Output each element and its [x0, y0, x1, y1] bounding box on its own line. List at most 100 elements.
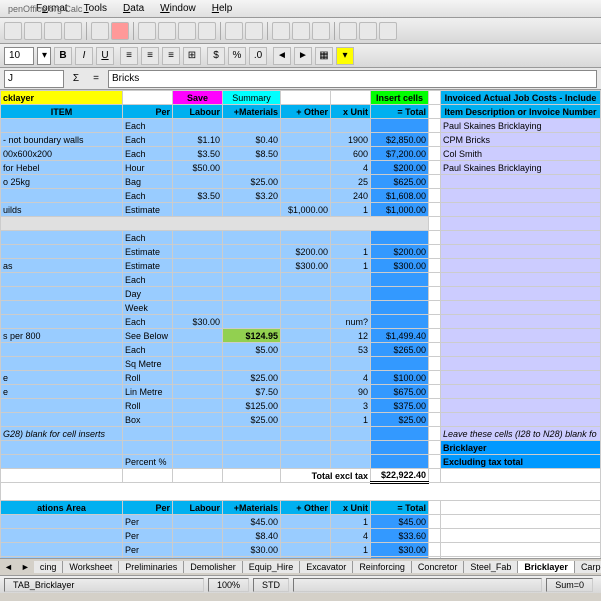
bricklayer-label: Bricklayer	[441, 441, 601, 455]
redo-icon[interactable]	[245, 22, 263, 40]
sheet-tabs[interactable]: ◄► cing Worksheet Preliminaries Demolish…	[0, 558, 601, 575]
merge-icon[interactable]: ⊞	[183, 47, 201, 65]
status-zoom: 100%	[208, 578, 249, 592]
invoice-row[interactable]: Paul Skaines Bricklaying	[441, 119, 601, 133]
invoice-header: Invoiced Actual Job Costs - Include	[441, 91, 601, 105]
undo-icon[interactable]	[225, 22, 243, 40]
invoice-row[interactable]: CPM Bricks	[441, 133, 601, 147]
tab-worksheet[interactable]: Worksheet	[63, 561, 119, 573]
new-icon[interactable]	[4, 22, 22, 40]
sort-desc-icon[interactable]	[312, 22, 330, 40]
menu-data[interactable]: Data	[117, 1, 150, 16]
print-icon[interactable]	[91, 22, 109, 40]
tab-reinforcing[interactable]: Reinforcing	[353, 561, 412, 573]
tab-steel-fab[interactable]: Steel_Fab	[464, 561, 518, 573]
percent-icon[interactable]: %	[228, 47, 246, 65]
cell-ref[interactable]: J	[4, 70, 64, 88]
table-row[interactable]	[1, 557, 123, 559]
tab-concretor[interactable]: Concretor	[412, 561, 465, 573]
table-row[interactable]	[1, 231, 123, 245]
table-row[interactable]: uilds	[1, 203, 123, 217]
tab-preliminaries[interactable]: Preliminaries	[119, 561, 184, 573]
align-left-icon[interactable]: ≡	[120, 47, 138, 65]
area-header: ations Area	[1, 501, 123, 515]
table-row[interactable]	[1, 357, 123, 371]
table-row[interactable]: 00x600x200	[1, 147, 123, 161]
align-center-icon[interactable]: ≡	[141, 47, 159, 65]
currency-icon[interactable]: $	[207, 47, 225, 65]
save-button[interactable]: Save	[173, 91, 223, 105]
chart-icon[interactable]	[339, 22, 357, 40]
tab-carpent[interactable]: Carpent	[575, 561, 601, 573]
insert-cells-button[interactable]: Insert cells	[371, 91, 429, 105]
tab-bricklayer[interactable]: Bricklayer	[518, 561, 575, 573]
indent-dec-icon[interactable]: ◄	[273, 47, 291, 65]
format-paint-icon[interactable]	[198, 22, 216, 40]
table-row[interactable]	[1, 315, 123, 329]
paste-icon[interactable]	[178, 22, 196, 40]
open-icon[interactable]	[24, 22, 42, 40]
bg-color-icon[interactable]: ▾	[336, 47, 354, 65]
bold-button[interactable]: B	[54, 47, 72, 65]
font-dd[interactable]: ▾	[37, 47, 51, 65]
table-row[interactable]	[1, 245, 123, 259]
decimal-icon[interactable]: .0	[249, 47, 267, 65]
spell-icon[interactable]	[111, 22, 129, 40]
toolbar-standard	[0, 18, 601, 44]
table-row[interactable]	[1, 343, 123, 357]
table-row[interactable]	[1, 399, 123, 413]
table-row[interactable]: s per 800	[1, 329, 123, 343]
indent-inc-icon[interactable]: ►	[294, 47, 312, 65]
col-desc: Item Description or Invoice Number	[441, 105, 601, 119]
table-row[interactable]: - not boundary walls	[1, 133, 123, 147]
nav-icon[interactable]	[359, 22, 377, 40]
menu-help[interactable]: Help	[206, 1, 239, 16]
table-row[interactable]	[1, 119, 123, 133]
table-row[interactable]	[1, 543, 123, 557]
save-icon[interactable]	[44, 22, 62, 40]
email-icon[interactable]	[64, 22, 82, 40]
table-row[interactable]: as	[1, 259, 123, 273]
table-row[interactable]	[1, 529, 123, 543]
table-row[interactable]	[1, 301, 123, 315]
table-row[interactable]	[1, 273, 123, 287]
col-item: ITEM	[1, 105, 123, 119]
sigma-icon[interactable]: Σ	[68, 73, 84, 84]
font-size[interactable]: 10	[4, 47, 34, 65]
table-row[interactable]: for Hebel	[1, 161, 123, 175]
sort-asc-icon[interactable]	[292, 22, 310, 40]
table-row[interactable]	[1, 189, 123, 203]
summary-button[interactable]: Summary	[223, 91, 281, 105]
formula-input[interactable]: Bricks	[108, 70, 597, 88]
status-bar: TAB_Bricklayer 100% STD Sum=0	[0, 575, 601, 593]
help-icon[interactable]	[379, 22, 397, 40]
equals-icon[interactable]: =	[88, 73, 104, 84]
tab-demolisher[interactable]: Demolisher	[184, 561, 243, 573]
italic-button[interactable]: I	[75, 47, 93, 65]
note-row[interactable]: G28) blank for cell inserts	[1, 427, 123, 441]
col-other: + Other	[281, 105, 331, 119]
col-per: Per	[123, 105, 173, 119]
invoice-row[interactable]: Col Smith	[441, 147, 601, 161]
menu-bar[interactable]: penOffice.org Calc Format Tools Data Win…	[0, 0, 601, 18]
table-row[interactable]: o 25kg	[1, 175, 123, 189]
tab-cing[interactable]: cing	[34, 561, 64, 573]
tab-equip-hire[interactable]: Equip_Hire	[243, 561, 301, 573]
copy-icon[interactable]	[158, 22, 176, 40]
spreadsheet-grid[interactable]: cklayer Save Summary Insert cells Invoic…	[0, 90, 601, 558]
table-row[interactable]	[1, 413, 123, 427]
underline-button[interactable]: U	[96, 47, 114, 65]
cut-icon[interactable]	[138, 22, 156, 40]
align-right-icon[interactable]: ≡	[162, 47, 180, 65]
invoice-row[interactable]: Paul Skaines Bricklaying	[441, 161, 601, 175]
menu-window[interactable]: Window	[154, 1, 202, 16]
borders-icon[interactable]: ▦	[315, 47, 333, 65]
table-row[interactable]	[1, 515, 123, 529]
col-labour: Labour	[173, 105, 223, 119]
table-row[interactable]: e	[1, 385, 123, 399]
header-layer[interactable]: cklayer	[1, 91, 123, 105]
tab-excavator[interactable]: Excavator	[300, 561, 353, 573]
table-row[interactable]	[1, 287, 123, 301]
link-icon[interactable]	[272, 22, 290, 40]
table-row[interactable]: e	[1, 371, 123, 385]
